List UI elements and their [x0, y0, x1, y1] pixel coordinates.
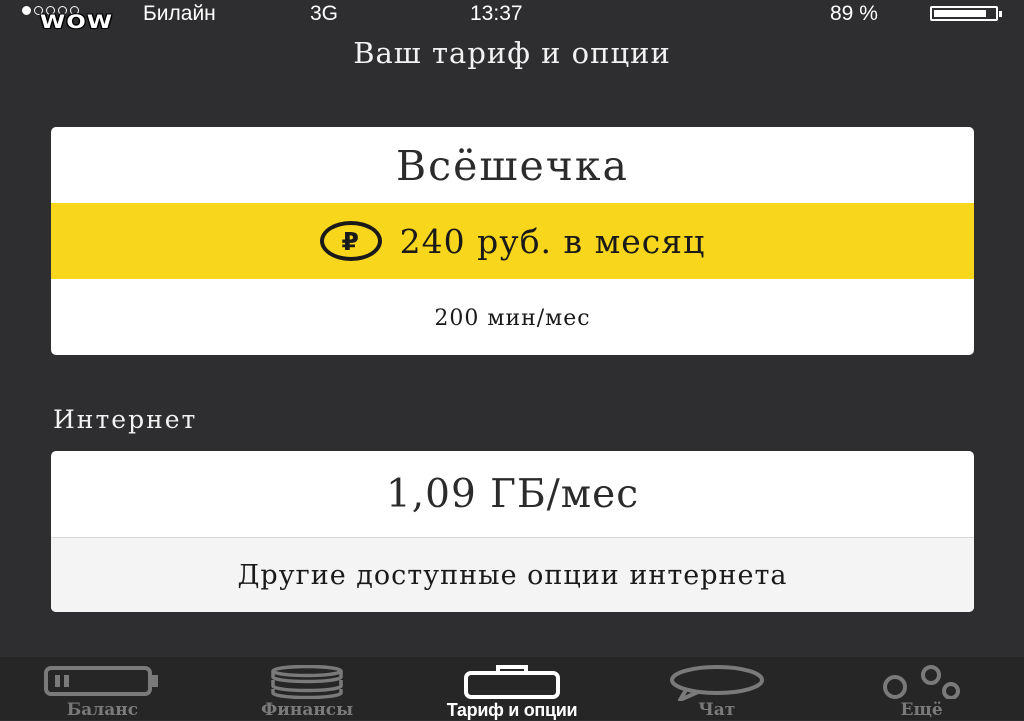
tab-label: Ещё — [900, 700, 943, 720]
clock: 13:37 — [470, 2, 523, 25]
tariff-card[interactable]: Всёшечка ₽ 240 руб. в месяц 200 мин/мес — [51, 127, 974, 355]
carrier-name: Билайн — [143, 2, 216, 25]
coins-icon — [268, 664, 346, 704]
tab-label: Финансы — [261, 700, 354, 720]
battery-fill — [934, 10, 986, 17]
briefcase-icon — [462, 665, 562, 704]
tab-chat[interactable]: Чат — [614, 657, 819, 720]
battery-icon — [43, 665, 161, 702]
internet-section-label: Интернет — [53, 405, 198, 434]
page-title: Ваш тариф и опции — [353, 36, 671, 70]
network-type: 3G — [310, 2, 339, 25]
tab-finances[interactable]: Финансы — [205, 657, 410, 720]
tab-label: Баланс — [66, 700, 139, 720]
tab-tariff-options[interactable]: Тариф и опции — [410, 657, 615, 720]
status-bar: WOW Билайн 3G 13:37 89 % — [0, 0, 1024, 33]
tab-bar: Баланс Финансы Тариф и опции Чат Ещё — [0, 657, 1024, 720]
tariff-price: 240 руб. в месяц — [399, 221, 706, 261]
battery-percent: 89 % — [830, 2, 878, 25]
tab-label: Тариф и опции — [446, 700, 578, 720]
watermark-logo: WOW — [40, 11, 114, 33]
tab-more[interactable]: Ещё — [819, 657, 1024, 720]
ruble-icon: ₽ — [319, 221, 382, 261]
other-internet-options-button[interactable]: Другие доступные опции интернета — [51, 538, 974, 612]
battery-icon — [930, 6, 1002, 21]
tab-label: Чат — [698, 700, 736, 720]
internet-card: 1,09 ГБ/мес Другие доступные опции интер… — [51, 451, 974, 612]
tariff-name: Всёшечка — [396, 142, 629, 190]
more-circles-icon — [881, 665, 963, 704]
internet-volume[interactable]: 1,09 ГБ/мес — [51, 451, 974, 538]
tab-balance[interactable]: Баланс — [0, 657, 205, 720]
tariff-price-band: ₽ 240 руб. в месяц — [51, 203, 974, 279]
tariff-minutes: 200 мин/мес — [434, 306, 591, 331]
